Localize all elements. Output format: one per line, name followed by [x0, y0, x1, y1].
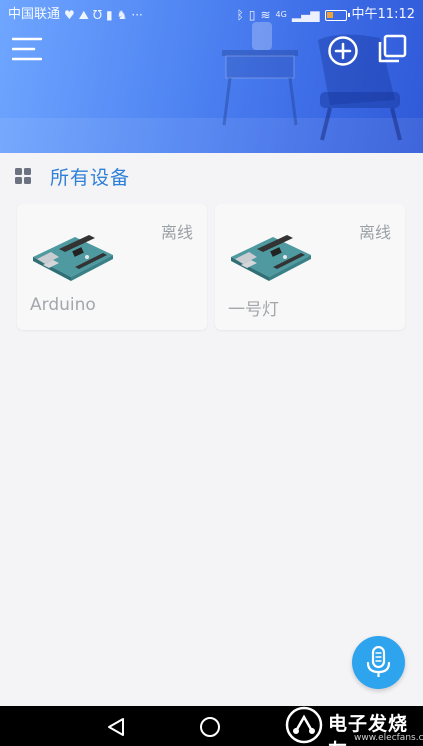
grid-icon [15, 168, 31, 184]
section-title: 所有设备 [50, 167, 131, 189]
device-status: 离线 [160, 223, 193, 242]
chart-icon: ⛰ [78, 8, 89, 22]
arduino-board-icon [33, 235, 113, 281]
watermark-logo [285, 706, 323, 744]
home-circle-icon[interactable] [199, 716, 221, 738]
app-icon: ♞ [116, 8, 128, 22]
vibrate-icon: Ʊ [92, 8, 103, 22]
carrier-label: 中国联通 [8, 7, 61, 22]
clock: 中午11:12 [351, 7, 415, 22]
status-bar-right: ᛒ ▯ ≋ 4G ▂▄▆ 11 中午11:12 [237, 0, 415, 30]
bluetooth-icon: ᛒ [236, 8, 244, 22]
status-bar: 中国联通 ♥ ⛰ Ʊ ▮ ♞ ··· ᛒ ▯ ≋ 4G ▂▄▆ 11 中午11:… [0, 0, 423, 30]
add-device-button[interactable] [327, 35, 359, 67]
arduino-board-icon [231, 235, 311, 281]
copy-icon [378, 34, 407, 63]
heart-rate-icon: ♥ [64, 8, 75, 22]
menu-button[interactable] [11, 36, 43, 62]
device-status: 离线 [358, 223, 391, 242]
watermark-url: www.elecfans.com [354, 733, 423, 743]
vibration-icon: ▯ [248, 8, 256, 22]
device-name: 一号灯 [228, 300, 279, 320]
device-name: Arduino [30, 295, 96, 315]
device-card[interactable]: 离线 Arduino [17, 204, 207, 330]
voice-control-button[interactable] [352, 636, 405, 689]
signal-icon: ▂▄▆ [291, 8, 320, 22]
battery-icon [324, 9, 350, 21]
watermark: 电子发烧友 www.elecfans.com [282, 703, 423, 746]
copy-button[interactable] [376, 33, 408, 65]
notification-icon: ▮ [106, 8, 113, 22]
section-header: 所有设备 [0, 153, 423, 199]
microphone-icon [366, 646, 391, 677]
device-card[interactable]: 离线 一号灯 [215, 204, 405, 330]
wifi-icon: ≋ [260, 8, 271, 22]
hamburger-menu-icon [11, 37, 43, 61]
plus-circle-icon [328, 36, 358, 66]
status-bar-left: 中国联通 ♥ ⛰ Ʊ ▮ ♞ ··· [8, 0, 143, 30]
back-triangle-icon[interactable] [106, 717, 126, 737]
network-type: 4G [275, 10, 287, 19]
more-dots-icon: ··· [131, 8, 143, 22]
